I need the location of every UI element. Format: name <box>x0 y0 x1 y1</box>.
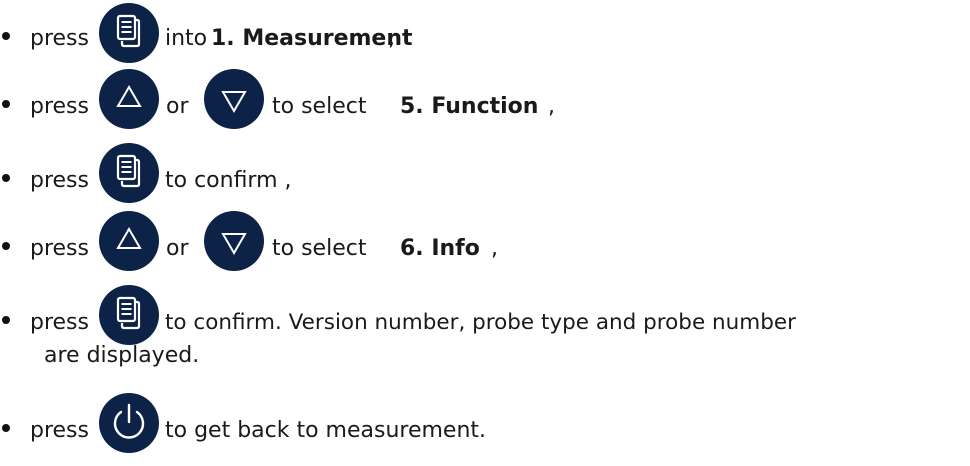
to-confirm-text: to confirm , <box>165 168 292 193</box>
menu-item-info: 6. Info <box>400 236 480 261</box>
to-select-text: to select <box>272 236 367 261</box>
to-confirm-text: to confirm. Version number, probe type a… <box>165 310 796 335</box>
step-1: press into 1. Measurement , <box>0 0 970 63</box>
back-text: to get back to measurement. <box>165 418 487 443</box>
step-2: press or to select 5. Function , <box>0 68 970 130</box>
menu-item-function: 5. Function <box>400 94 539 119</box>
comma-text: , <box>388 26 395 51</box>
bullet <box>2 174 10 182</box>
up-arrow-button-icon <box>98 210 160 272</box>
press-text: press <box>30 26 89 51</box>
down-arrow-button-icon <box>203 210 265 272</box>
continuation-text: are displayed. <box>44 343 200 368</box>
menu-item-measurement: 1. Measurement <box>211 26 413 51</box>
step-5: press to confirm. Version number, probe … <box>0 284 970 374</box>
press-text: press <box>30 418 89 443</box>
step-4: press or to select 6. Info , <box>0 210 970 272</box>
press-text: press <box>30 168 89 193</box>
to-select-text: to select <box>272 94 367 119</box>
bullet <box>2 316 10 324</box>
comma-text: , <box>491 236 498 261</box>
down-arrow-button-icon <box>203 68 265 130</box>
bullet <box>2 32 10 40</box>
menu-button-icon <box>98 142 160 204</box>
bullet <box>2 100 10 108</box>
menu-button-icon <box>98 2 160 64</box>
comma-text: , <box>548 94 555 119</box>
step-6: press to get back to measurement. <box>0 392 970 454</box>
up-arrow-button-icon <box>98 68 160 130</box>
press-text: press <box>30 310 89 335</box>
bullet <box>2 424 10 432</box>
into-text: into <box>165 26 208 51</box>
instruction-page: { "steps": [ {"press": "press", "after":… <box>0 0 970 466</box>
menu-button-icon <box>98 284 160 346</box>
or-text: or <box>166 236 189 261</box>
or-text: or <box>166 94 189 119</box>
power-button-icon <box>98 392 160 454</box>
press-text: press <box>30 94 89 119</box>
press-text: press <box>30 236 89 261</box>
step-3: press to confirm , <box>0 142 970 204</box>
bullet <box>2 242 10 250</box>
